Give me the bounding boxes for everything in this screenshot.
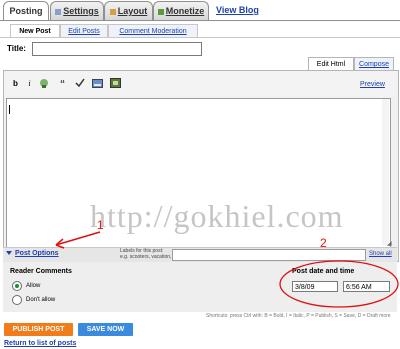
annotation-number-2: 2 bbox=[320, 236, 327, 250]
annotation-circle bbox=[279, 260, 399, 308]
annotation-number-1: 1 bbox=[97, 218, 104, 232]
annotation-overlay: 1 2 bbox=[55, 218, 399, 308]
annotation-arrow-line bbox=[55, 231, 101, 246]
